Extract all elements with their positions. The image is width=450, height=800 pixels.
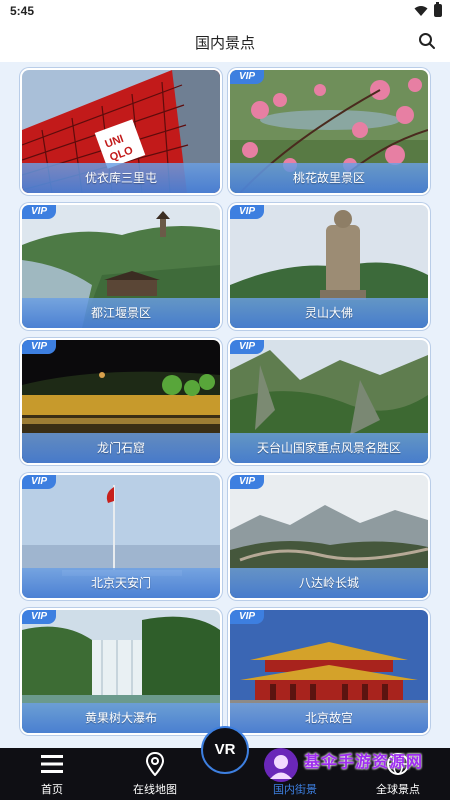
- vip-badge: VIP: [22, 205, 56, 219]
- status-time: 5:45: [10, 4, 35, 18]
- vip-badge: VIP: [22, 475, 56, 489]
- app-header: 国内景点: [0, 22, 450, 62]
- battery-icon: [434, 2, 442, 17]
- attraction-card[interactable]: VIP 桃花故里景区: [228, 68, 430, 195]
- location-pin-icon: [145, 752, 165, 776]
- attraction-card[interactable]: UNI QLO 优衣库三里屯: [20, 68, 222, 195]
- watermark-text: 基伞手游资源网: [304, 752, 424, 771]
- attraction-card[interactable]: VIP 八达岭长城: [228, 473, 430, 600]
- watermark-logo-icon: [264, 748, 298, 782]
- attraction-card[interactable]: VIP 北京天安门: [20, 473, 222, 600]
- attraction-name: 北京故宫: [304, 711, 353, 725]
- attraction-name: 优衣库三里屯: [84, 171, 157, 185]
- attraction-name: 八达岭长城: [298, 576, 359, 590]
- wifi-icon: [414, 5, 428, 16]
- attraction-name: 黄果树大瀑布: [84, 711, 157, 725]
- attraction-name: 桃花故里景区: [292, 171, 365, 185]
- vip-badge: VIP: [230, 340, 264, 354]
- attraction-name: 都江堰景区: [90, 306, 151, 320]
- attraction-grid: UNI QLO 优衣库三里屯 VIP 桃花故里景区 VIP 都江堰景区 VIP …: [15, 62, 435, 738]
- nav-online-map[interactable]: 在线地图: [115, 748, 195, 800]
- nav-label: 在线地图: [133, 783, 177, 796]
- vip-badge: VIP: [22, 340, 56, 354]
- vip-badge: VIP: [230, 475, 264, 489]
- attraction-card[interactable]: VIP 都江堰景区: [20, 203, 222, 330]
- attraction-card[interactable]: VIP 龙门石窟: [20, 338, 222, 465]
- attraction-card[interactable]: VIP 黄果树大瀑布: [20, 608, 222, 735]
- attraction-card[interactable]: VIP 北京故宫: [228, 608, 430, 735]
- nav-label: 首页: [41, 783, 63, 796]
- search-icon[interactable]: [418, 32, 436, 50]
- menu-icon: [41, 755, 63, 773]
- attraction-name: 北京天安门: [90, 576, 151, 590]
- vip-badge: VIP: [230, 70, 264, 84]
- watermark: 基伞手游资源网: [256, 742, 450, 800]
- nav-home[interactable]: 首页: [12, 748, 92, 800]
- status-bar: 5:45: [0, 0, 450, 22]
- vip-badge: VIP: [230, 610, 264, 624]
- vip-badge: VIP: [230, 205, 264, 219]
- vip-badge: VIP: [22, 610, 56, 624]
- attraction-card[interactable]: VIP 灵山大佛: [228, 203, 430, 330]
- attraction-card[interactable]: VIP 天台山国家重点风景名胜区: [228, 338, 430, 465]
- attraction-name: 灵山大佛: [304, 306, 353, 320]
- attraction-name: 龙门石窟: [96, 441, 145, 455]
- system-icons: [414, 2, 442, 17]
- vr-button[interactable]: VR: [201, 726, 249, 774]
- page-title: 国内景点: [194, 34, 255, 52]
- attraction-name: 天台山国家重点风景名胜区: [256, 441, 401, 455]
